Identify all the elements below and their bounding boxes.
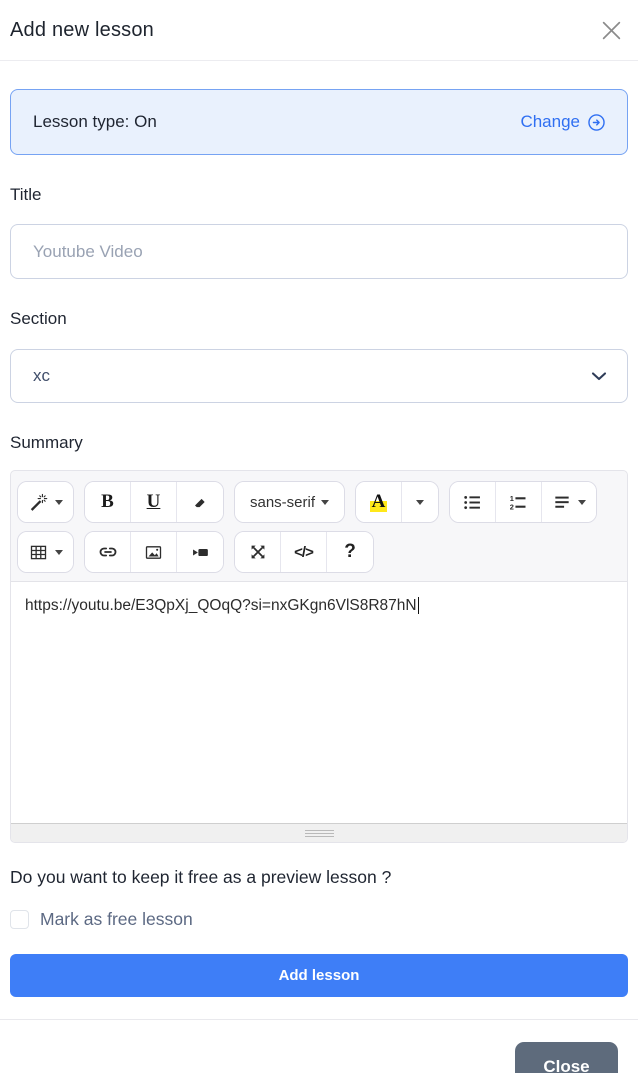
caret-down-icon <box>578 500 586 505</box>
picture-button[interactable] <box>131 532 177 572</box>
summary-editable-area[interactable]: https://youtu.be/E3QpXj_QOqQ?si=nxGKgn6V… <box>11 581 627 823</box>
code-view-button[interactable]: </> <box>281 532 327 572</box>
caret-down-icon <box>321 500 329 505</box>
align-icon <box>552 492 572 512</box>
font-style-group: B U <box>84 481 224 523</box>
font-family-group: sans-serif <box>234 481 345 523</box>
paragraph-align-button[interactable] <box>542 482 596 522</box>
font-color-dropdown[interactable] <box>402 482 438 522</box>
table-group <box>17 531 74 573</box>
fullscreen-icon <box>248 542 268 562</box>
font-color-group: A <box>355 481 439 523</box>
modal-body: Lesson type: On Change Title Section xc … <box>0 89 638 997</box>
editor-resize-handle[interactable] <box>305 830 334 837</box>
magic-wand-icon <box>28 492 49 513</box>
summary-label: Summary <box>10 433 628 453</box>
text-cursor <box>418 597 420 614</box>
misc-group: </> ? <box>234 531 374 573</box>
lesson-type-banner: Lesson type: On Change <box>10 89 628 155</box>
font-family-dropdown[interactable]: sans-serif <box>235 482 344 522</box>
summary-content: https://youtu.be/E3QpXj_QOqQ?si=nxGKgn6V… <box>25 597 417 614</box>
section-select[interactable]: xc <box>10 349 628 403</box>
rich-text-editor: B U sans-serif <box>10 470 628 843</box>
modal-header: Add new lesson <box>0 0 638 61</box>
free-lesson-checkbox[interactable] <box>10 910 29 929</box>
title-label: Title <box>10 185 628 205</box>
help-button[interactable]: ? <box>327 532 373 572</box>
section-selected-value: xc <box>33 366 50 386</box>
video-button[interactable] <box>177 532 223 572</box>
svg-text:1: 1 <box>510 493 514 502</box>
fullscreen-button[interactable] <box>235 532 281 572</box>
underline-button[interactable]: U <box>131 482 177 522</box>
lesson-type-text: Lesson type: On <box>33 112 157 132</box>
table-button[interactable] <box>18 532 73 572</box>
ordered-list-icon: 1 2 <box>508 492 529 513</box>
bold-button[interactable]: B <box>85 482 131 522</box>
arrow-right-circle-icon <box>586 112 607 133</box>
magic-style-button[interactable] <box>18 482 73 522</box>
free-lesson-question: Do you want to keep it free as a preview… <box>10 867 628 888</box>
unordered-list-button[interactable] <box>450 482 496 522</box>
link-icon <box>97 541 119 563</box>
change-link-label: Change <box>520 112 580 132</box>
unordered-list-icon <box>462 492 483 513</box>
chevron-down-icon <box>587 364 611 388</box>
toolbar-row-1: B U sans-serif <box>17 477 623 527</box>
code-view-icon: </> <box>294 544 313 561</box>
modal-footer: Close <box>0 1020 638 1073</box>
modal-title: Add new lesson <box>10 19 154 42</box>
style-group <box>17 481 74 523</box>
eraser-icon <box>190 492 210 512</box>
picture-icon <box>143 542 164 563</box>
title-input[interactable] <box>10 224 628 279</box>
svg-text:2: 2 <box>510 502 514 511</box>
close-button[interactable]: Close <box>515 1042 618 1073</box>
link-button[interactable] <box>85 532 131 572</box>
close-icon[interactable] <box>598 17 625 44</box>
editor-statusbar <box>11 823 627 842</box>
paragraph-group: 1 2 <box>449 481 597 523</box>
table-icon <box>28 542 49 563</box>
video-icon <box>190 542 211 563</box>
font-color-icon: A <box>370 492 388 512</box>
font-family-label: sans-serif <box>250 494 315 511</box>
add-lesson-button[interactable]: Add lesson <box>10 954 628 997</box>
toolbar-row-2: </> ? <box>17 527 623 577</box>
font-color-button[interactable]: A <box>356 482 402 522</box>
caret-down-icon <box>55 550 63 555</box>
editor-toolbar: B U sans-serif <box>11 471 627 581</box>
ordered-list-button[interactable]: 1 2 <box>496 482 542 522</box>
caret-down-icon <box>416 500 424 505</box>
free-lesson-checkbox-label[interactable]: Mark as free lesson <box>40 909 193 930</box>
section-label: Section <box>10 309 628 329</box>
underline-icon: U <box>147 491 161 513</box>
bold-icon: B <box>101 491 114 513</box>
help-icon: ? <box>344 541 356 563</box>
caret-down-icon <box>55 500 63 505</box>
free-lesson-checkbox-row: Mark as free lesson <box>10 909 628 930</box>
change-lesson-type-link[interactable]: Change <box>520 112 607 133</box>
clear-format-button[interactable] <box>177 482 223 522</box>
insert-group <box>84 531 224 573</box>
